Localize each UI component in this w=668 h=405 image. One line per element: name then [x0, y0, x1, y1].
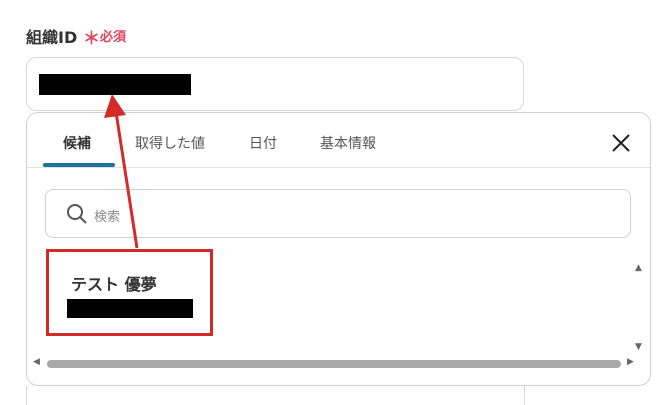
required-mark: ＊: [83, 29, 100, 49]
tab-date[interactable]: 日付: [249, 133, 277, 153]
close-icon[interactable]: [609, 131, 633, 155]
scroll-up-icon[interactable]: ▲: [635, 263, 642, 273]
horizontal-scrollbar[interactable]: [47, 360, 621, 368]
search-placeholder: 検索: [94, 210, 121, 225]
scroll-right-icon[interactable]: ▶: [627, 357, 634, 367]
divider: [26, 386, 27, 405]
active-tab-indicator: [43, 163, 115, 167]
tab-bar: 候補 取得した値 日付 基本情報: [27, 113, 650, 168]
divider: [524, 386, 525, 405]
value-picker-panel: 候補 取得した値 日付 基本情報 検索 テスト 優夢 ▲ ▼ ◀ ▶: [26, 112, 651, 386]
search-input[interactable]: 検索: [45, 189, 631, 238]
tab-retrieved-values[interactable]: 取得した値: [135, 133, 205, 153]
tab-basic-info[interactable]: 基本情報: [320, 133, 376, 153]
search-icon: [67, 204, 87, 224]
tab-candidates[interactable]: 候補: [63, 133, 91, 153]
redacted-value: [39, 74, 191, 95]
required-text: 必須: [100, 30, 127, 45]
organization-id-input[interactable]: [26, 57, 524, 111]
highlight-box: [46, 249, 213, 336]
field-label: 組織ID: [26, 28, 78, 47]
scroll-down-icon[interactable]: ▼: [635, 342, 642, 352]
scroll-left-icon[interactable]: ◀: [33, 357, 40, 367]
